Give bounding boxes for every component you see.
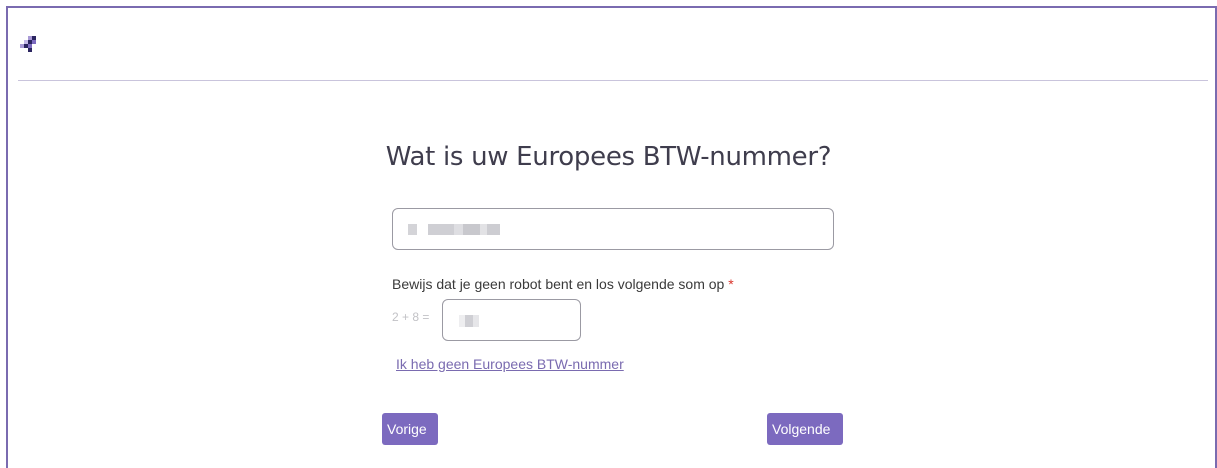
vat-number-input[interactable] (392, 208, 834, 250)
obscured-vat-value (408, 224, 500, 235)
captcha-label-text: Bewijs dat je geen robot bent en los vol… (392, 276, 725, 292)
captcha-label: Bewijs dat je geen robot bent en los vol… (392, 276, 734, 292)
obscured-captcha-value (459, 315, 479, 327)
page-title: Wat is uw Europees BTW-nummer? (385, 142, 832, 172)
captcha-equation: 2 + 8 = (392, 310, 430, 324)
previous-button[interactable]: Vorige (382, 413, 438, 445)
next-button[interactable]: Volgende (767, 413, 843, 445)
no-vat-number-link[interactable]: Ik heb geen Europees BTW-nummer (396, 356, 624, 372)
header-divider (18, 80, 1208, 81)
required-marker: * (728, 276, 734, 292)
captcha-answer-input[interactable] (442, 299, 581, 341)
pixel-cross-logo-icon[interactable] (20, 36, 38, 56)
